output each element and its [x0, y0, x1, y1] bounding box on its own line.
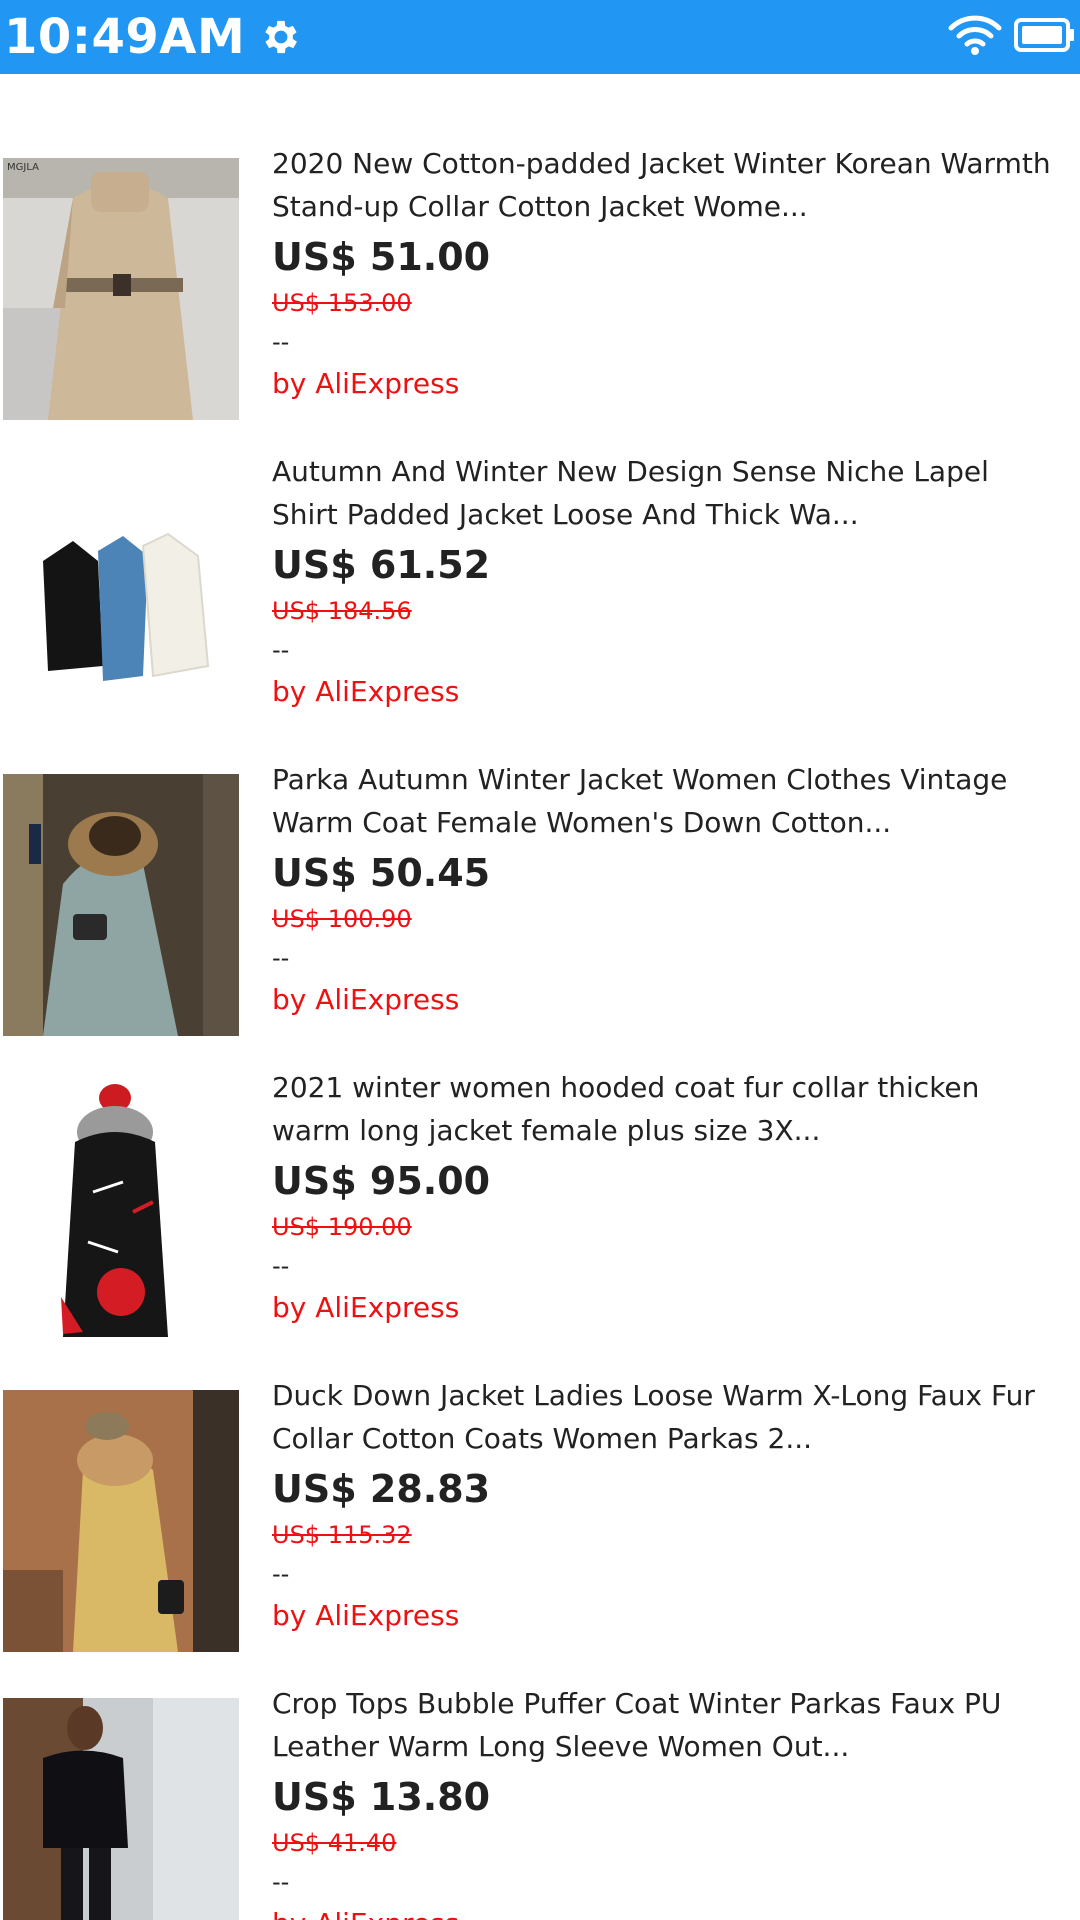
product-item[interactable]: MGJLA 2020 New Cotton-padded Jacket Wint…: [0, 74, 1080, 420]
product-list[interactable]: MGJLA 2020 New Cotton-padded Jacket Wint…: [0, 74, 1080, 1920]
product-old-price: US$ 190.00: [272, 1213, 412, 1241]
product-old-price: US$ 153.00: [272, 289, 412, 317]
product-title[interactable]: Duck Down Jacket Ladies Loose Warm X-Lon…: [272, 1374, 1080, 1460]
product-title[interactable]: 2021 winter women hooded coat fur collar…: [272, 1066, 1080, 1152]
product-image[interactable]: [3, 1698, 239, 1920]
image-brand-text: MGJLA: [7, 162, 39, 173]
product-rating: --: [272, 636, 290, 664]
product-price: US$ 95.00: [272, 1159, 491, 1203]
battery-icon: [1014, 18, 1076, 56]
product-price: US$ 50.45: [272, 851, 491, 895]
product-image[interactable]: [3, 1390, 239, 1652]
wifi-icon: [948, 14, 1014, 60]
product-old-price: US$ 184.56: [272, 597, 412, 625]
product-image[interactable]: [3, 1082, 239, 1344]
product-price: US$ 61.52: [272, 543, 491, 587]
product-title[interactable]: 2020 New Cotton-padded Jacket Winter Kor…: [272, 142, 1080, 228]
product-image[interactable]: [3, 466, 239, 728]
product-item[interactable]: Duck Down Jacket Ladies Loose Warm X-Lon…: [0, 1306, 1080, 1652]
product-item[interactable]: 2021 winter women hooded coat fur collar…: [0, 998, 1080, 1344]
product-item[interactable]: Parka Autumn Winter Jacket Women Clothes…: [0, 690, 1080, 1036]
product-rating: --: [272, 944, 290, 972]
product-old-price: US$ 115.32: [272, 1521, 412, 1549]
product-title[interactable]: Autumn And Winter New Design Sense Niche…: [272, 450, 1080, 536]
product-old-price: US$ 41.40: [272, 1829, 397, 1857]
status-bar: 10:49AM: [0, 0, 1080, 74]
product-rating: --: [272, 1560, 290, 1588]
product-rating: --: [272, 328, 290, 356]
product-seller: by AliExpress: [272, 1900, 1080, 1920]
product-image[interactable]: [3, 774, 239, 1036]
product-title[interactable]: Crop Tops Bubble Puffer Coat Winter Park…: [272, 1682, 1080, 1768]
product-image[interactable]: MGJLA: [3, 158, 239, 420]
product-price: US$ 28.83: [272, 1467, 491, 1511]
product-item[interactable]: Autumn And Winter New Design Sense Niche…: [0, 382, 1080, 728]
product-price: US$ 51.00: [272, 235, 491, 279]
gear-icon: [259, 15, 303, 59]
product-item[interactable]: Crop Tops Bubble Puffer Coat Winter Park…: [0, 1614, 1080, 1920]
product-price: US$ 13.80: [272, 1775, 491, 1819]
product-rating: --: [272, 1252, 290, 1280]
product-old-price: US$ 100.90: [272, 905, 412, 933]
status-time: 10:49AM: [4, 9, 246, 65]
product-rating: --: [272, 1868, 290, 1896]
product-title[interactable]: Parka Autumn Winter Jacket Women Clothes…: [272, 758, 1080, 844]
